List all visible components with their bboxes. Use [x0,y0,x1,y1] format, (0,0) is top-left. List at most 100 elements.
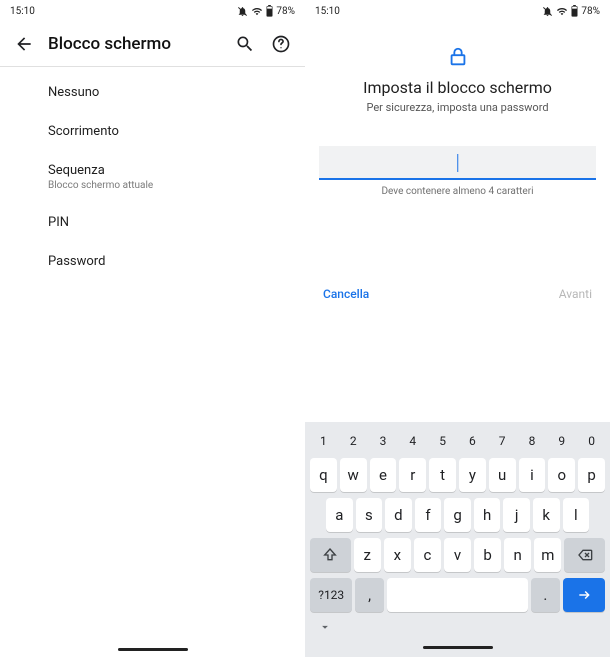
key-i[interactable]: i [519,458,546,492]
key-enter[interactable] [563,578,605,612]
kbd-row-3: z x c v b n m [308,538,607,572]
key-p[interactable]: p [578,458,605,492]
status-time: 15:10 [10,6,35,17]
password-subtitle: Per sicurezza, imposta una password [305,101,610,114]
key-c[interactable]: c [414,538,441,572]
soft-keyboard: 1 2 3 4 5 6 7 8 9 0 q w e r t y u i o p … [305,422,610,657]
key-z[interactable]: z [354,538,381,572]
option-label: Sequenza [48,163,289,178]
key-w[interactable]: w [340,458,367,492]
enter-icon [574,588,594,602]
key-b[interactable]: b [474,538,501,572]
battery-icon [571,5,578,17]
key-5[interactable]: 5 [429,430,456,452]
next-button: Avanti [559,287,592,301]
key-9[interactable]: 9 [548,430,575,452]
key-t[interactable]: t [429,458,456,492]
text-cursor [457,154,459,172]
kbd-row-1: q w e r t y u i o p [308,458,607,492]
option-label: PIN [48,215,289,230]
key-m[interactable]: m [534,538,561,572]
back-button[interactable] [12,32,36,56]
option-password[interactable]: Password [0,242,305,281]
help-button[interactable] [269,32,293,56]
key-r[interactable]: r [399,458,426,492]
status-bar: 15:10 78% [0,0,305,18]
key-n[interactable]: n [504,538,531,572]
key-shift[interactable] [310,538,351,572]
dnd-icon [542,6,553,17]
screen-lock-options: 15:10 78% Blocco schermo Nessuno Scorrim… [0,0,305,657]
key-8[interactable]: 8 [519,430,546,452]
key-l[interactable]: l [563,498,590,532]
lock-options-list: Nessuno Scorrimento Sequenza Blocco sche… [0,67,305,281]
key-x[interactable]: x [384,538,411,572]
backspace-icon [576,547,594,563]
key-0[interactable]: 0 [578,430,605,452]
key-space[interactable] [387,578,529,612]
option-sublabel: Blocco schermo attuale [48,180,289,191]
option-none[interactable]: Nessuno [0,73,305,112]
key-k[interactable]: k [533,498,560,532]
password-content: Imposta il blocco schermo Per sicurezza,… [305,18,610,197]
key-f[interactable]: f [415,498,442,532]
status-bar: 15:10 78% [305,0,610,18]
key-7[interactable]: 7 [489,430,516,452]
status-icons: 78% [542,5,600,17]
wifi-icon [251,6,263,17]
option-swipe[interactable]: Scorrimento [0,112,305,151]
key-j[interactable]: j [503,498,530,532]
key-d[interactable]: d [385,498,412,532]
shift-icon [322,547,338,563]
key-comma[interactable]: , [355,578,383,612]
search-button[interactable] [233,32,257,56]
battery-icon [266,5,273,17]
key-6[interactable]: 6 [459,430,486,452]
key-3[interactable]: 3 [370,430,397,452]
key-period[interactable]: . [531,578,559,612]
option-label: Scorrimento [48,124,289,139]
action-row: Cancella Avanti [305,287,610,309]
key-e[interactable]: e [370,458,397,492]
password-hint: Deve contenere almeno 4 caratteri [319,186,596,197]
key-u[interactable]: u [489,458,516,492]
kbd-row-4: ?123 , . [308,578,607,612]
password-input-wrap[interactable] [319,146,596,180]
key-h[interactable]: h [474,498,501,532]
page-title: Blocco schermo [48,34,221,54]
chevron-down-icon [318,620,332,634]
screen-set-password: 15:10 78% Imposta il blocco schermo Per … [305,0,610,657]
dnd-icon [237,6,248,17]
key-backspace[interactable] [564,538,605,572]
nav-pill[interactable] [423,646,493,649]
kbd-row-numbers: 1 2 3 4 5 6 7 8 9 0 [308,430,607,452]
app-bar: Blocco schermo [0,18,305,66]
key-o[interactable]: o [548,458,575,492]
search-icon [235,34,255,54]
password-title: Imposta il blocco schermo [305,78,610,97]
key-g[interactable]: g [444,498,471,532]
key-a[interactable]: a [326,498,353,532]
key-v[interactable]: v [444,538,471,572]
option-label: Nessuno [48,85,289,100]
key-s[interactable]: s [356,498,383,532]
cancel-button[interactable]: Cancella [323,287,369,301]
battery-percent: 78% [276,6,295,17]
keyboard-collapse[interactable] [312,618,338,640]
key-y[interactable]: y [459,458,486,492]
key-q[interactable]: q [310,458,337,492]
status-time: 15:10 [315,6,340,17]
option-pin[interactable]: PIN [0,203,305,242]
nav-pill[interactable] [118,648,188,651]
key-symbols[interactable]: ?123 [310,578,352,612]
kbd-row-2: a s d f g h j k l [308,498,607,532]
option-label: Password [48,254,289,269]
key-1[interactable]: 1 [310,430,337,452]
option-pattern[interactable]: Sequenza Blocco schermo attuale [0,151,305,203]
key-2[interactable]: 2 [340,430,367,452]
key-4[interactable]: 4 [399,430,426,452]
status-icons: 78% [237,5,295,17]
lock-icon [447,46,469,68]
wifi-icon [556,6,568,17]
battery-percent: 78% [581,6,600,17]
